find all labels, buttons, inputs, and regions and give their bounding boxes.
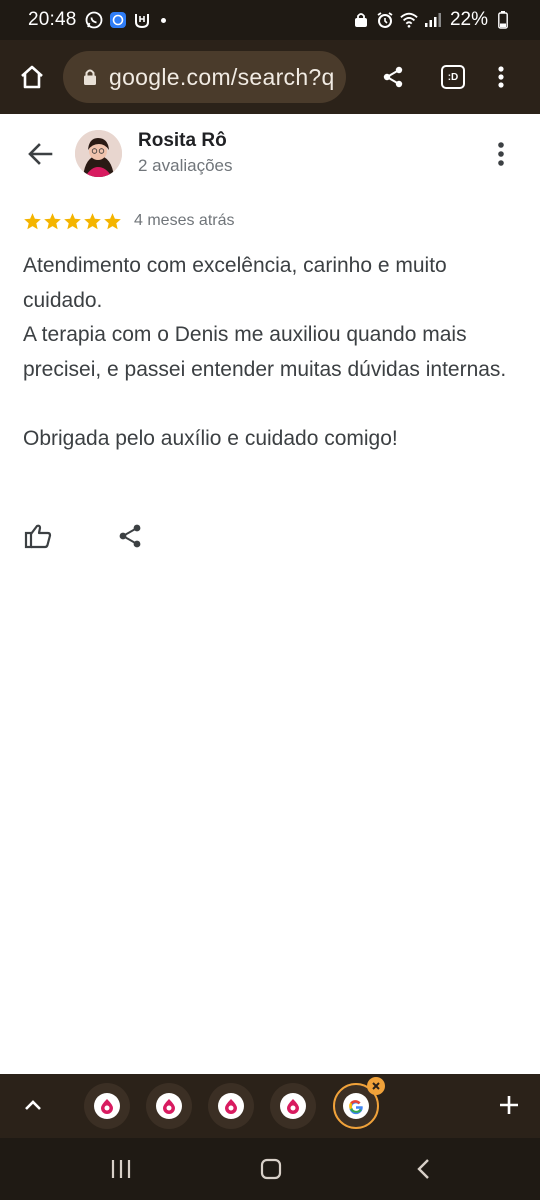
tab-switcher-button[interactable]: :D [428, 40, 478, 114]
arrow-back-icon [28, 143, 53, 165]
new-tab-button[interactable] [492, 1088, 526, 1122]
review-options-button[interactable] [486, 136, 516, 172]
url-text: google.com/search?q [109, 63, 335, 90]
whatsapp-icon [85, 11, 103, 29]
thumb-up-icon [24, 524, 52, 549]
expand-tabs-button[interactable] [16, 1088, 50, 1122]
back-button[interactable] [22, 136, 58, 172]
tab-2[interactable] [146, 1083, 192, 1129]
avatar[interactable] [75, 130, 122, 177]
notification-icons [85, 11, 166, 29]
like-button[interactable] [22, 520, 54, 552]
app-icon [133, 11, 151, 29]
tab-1[interactable] [84, 1083, 130, 1129]
chevron-up-icon [25, 1100, 41, 1110]
review-date: 4 meses atrás [134, 212, 235, 229]
reviewer-review-count: 2 avaliações [138, 156, 233, 175]
home-square-icon [260, 1158, 282, 1180]
home-button[interactable] [2, 40, 62, 114]
tab-count: :D [441, 65, 465, 89]
share-icon [383, 66, 403, 88]
lock-icon [352, 11, 370, 29]
system-icons: 22% [352, 9, 512, 31]
tab-active-google[interactable] [333, 1077, 385, 1129]
more-vert-icon [498, 142, 504, 166]
reviewer-name[interactable]: Rosita Rô [138, 130, 227, 152]
lock-icon [81, 67, 99, 87]
pink-favicon-icon [156, 1093, 182, 1119]
rating-row: 4 meses atrás [23, 208, 234, 234]
tab-3[interactable] [208, 1083, 254, 1129]
tab-strip [0, 1074, 540, 1138]
alarm-icon [376, 11, 394, 29]
plus-icon [500, 1096, 518, 1114]
star-icon [64, 212, 81, 229]
home-icon [21, 65, 43, 89]
wifi-icon [400, 11, 418, 29]
pink-favicon-icon [280, 1093, 306, 1119]
battery-icon [494, 11, 512, 29]
home-nav-button[interactable] [254, 1154, 288, 1184]
status-time: 20:48 [28, 9, 77, 30]
status-bar: 20:48 22% [0, 0, 540, 40]
star-icon [104, 212, 121, 229]
more-notifications-dot [160, 17, 166, 23]
tab-4[interactable] [270, 1083, 316, 1129]
star-icon [84, 212, 101, 229]
pink-favicon-icon [218, 1093, 244, 1119]
browser-menu-button[interactable] [481, 40, 521, 114]
google-icon [343, 1093, 369, 1119]
signal-icon [424, 11, 442, 29]
avatar-image [75, 130, 122, 177]
address-bar[interactable]: google.com/search?q [63, 51, 346, 103]
share-review-button[interactable] [114, 520, 146, 552]
more-vert-icon [498, 66, 504, 88]
close-tab-icon[interactable] [367, 1077, 385, 1095]
star-rating [23, 212, 122, 231]
browser-toolbar: google.com/search?q :D [0, 40, 540, 114]
bixby-icon [109, 11, 127, 29]
recents-icon [111, 1160, 131, 1178]
battery-level: 22% [449, 9, 488, 30]
star-icon [24, 212, 41, 229]
star-icon [44, 212, 61, 229]
pink-favicon-icon [94, 1093, 120, 1119]
recents-button[interactable] [104, 1154, 138, 1184]
share-icon [119, 524, 141, 548]
system-navigation-bar [0, 1138, 540, 1200]
review-header: Rosita Rô 2 avaliações [0, 116, 540, 192]
back-nav-button[interactable] [406, 1154, 440, 1184]
review-text: Atendimento com excelência, carinho e mu… [23, 254, 507, 450]
chevron-left-icon [417, 1159, 429, 1179]
toolbar-share-button[interactable] [368, 40, 418, 114]
